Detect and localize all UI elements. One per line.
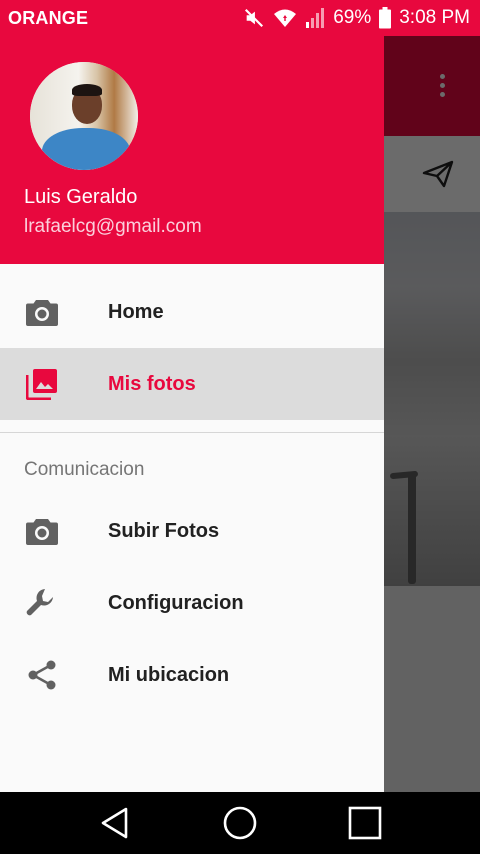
avatar[interactable] — [30, 62, 138, 170]
menu-item-home[interactable]: Home — [0, 276, 384, 348]
wifi-icon — [273, 7, 297, 29]
navigation-drawer: Luis Geraldo lrafaelcg@gmail.com Home Mi… — [0, 36, 384, 792]
menu-item-label: Subir Fotos — [108, 519, 220, 542]
section-title: Comunicacion — [24, 459, 145, 480]
back-icon[interactable] — [91, 799, 139, 847]
recents-icon[interactable] — [341, 799, 389, 847]
menu-item-label: Home — [108, 300, 164, 323]
menu-item-subir-fotos[interactable]: Subir Fotos — [0, 495, 384, 567]
photo-library-icon — [24, 366, 60, 402]
battery-icon — [379, 7, 392, 29]
menu-item-configuracion[interactable]: Configuracion — [0, 567, 384, 639]
share-icon — [24, 657, 60, 693]
status-bar: ORANGE 69% 3:08 PM — [0, 0, 480, 36]
menu-item-label: Mi ubicacion — [108, 663, 230, 686]
carrier-name: ORANGE — [8, 7, 89, 28]
signal-icon — [305, 7, 325, 29]
home-icon[interactable] — [216, 799, 264, 847]
status-icons: 69% 3:08 PM — [243, 7, 470, 29]
menu-item-label: Configuracion — [108, 591, 244, 614]
menu-item-label: Mis fotos — [108, 372, 196, 395]
mute-icon — [243, 7, 265, 29]
clock: 3:08 PM — [399, 7, 470, 28]
user-name: Luis Geraldo — [24, 186, 138, 208]
user-email: lrafaelcg@gmail.com — [24, 216, 202, 237]
menu-item-mi-ubicacion[interactable]: Mi ubicacion — [0, 639, 384, 711]
drawer-header: Luis Geraldo lrafaelcg@gmail.com — [0, 36, 384, 264]
camera-icon — [24, 294, 60, 330]
menu-item-mis-fotos[interactable]: Mis fotos — [0, 348, 384, 420]
battery-level: 69% — [333, 7, 372, 28]
wrench-icon — [24, 585, 60, 621]
camera-icon — [24, 513, 60, 549]
system-nav-bar — [0, 792, 480, 854]
